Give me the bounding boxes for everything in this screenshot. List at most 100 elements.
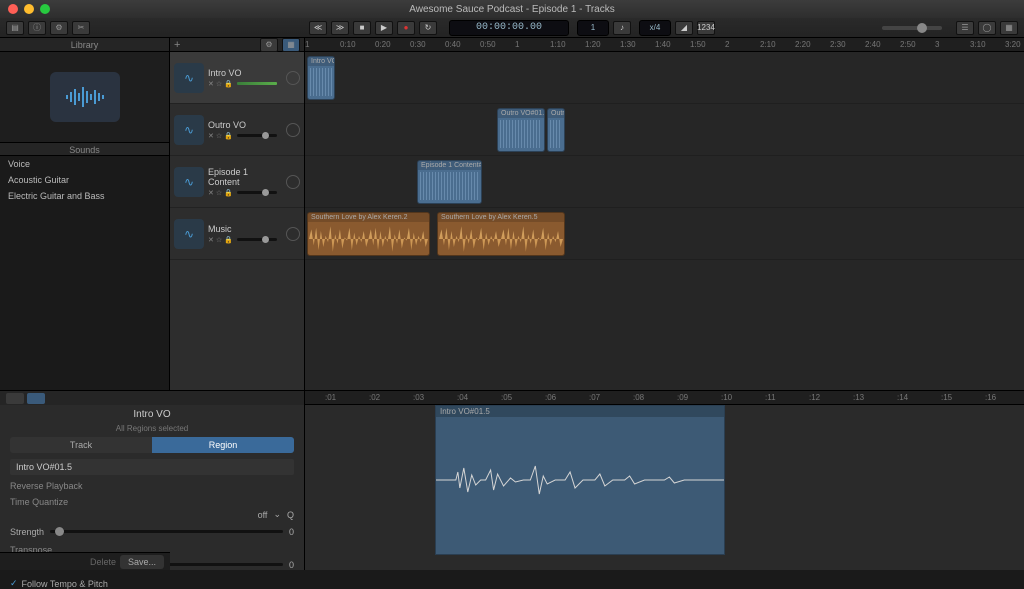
lcd-keysig[interactable]: x/4 xyxy=(639,20,671,36)
pan-knob[interactable] xyxy=(286,175,300,189)
track-automation-button[interactable]: ▦ xyxy=(282,38,300,52)
library-item[interactable]: Voice xyxy=(0,156,169,172)
ruler-tick: :04 xyxy=(457,393,468,402)
solo-button[interactable]: ☆ xyxy=(216,80,222,88)
library-sounds-tab[interactable]: Sounds xyxy=(0,142,169,156)
ruler-tick: 0:50 xyxy=(480,40,496,49)
stop-button[interactable]: ■ xyxy=(353,21,371,35)
library-toggle-button[interactable]: ▤ xyxy=(6,21,24,35)
strength-value: 0 xyxy=(289,527,294,537)
follow-tempo-checkbox[interactable]: Follow Tempo & Pitch xyxy=(10,578,294,589)
ruler-tick: :16 xyxy=(985,393,996,402)
solo-button[interactable]: ☆ xyxy=(216,189,222,197)
rewind-button[interactable]: ≪ xyxy=(309,21,327,35)
ruler-tick: 0:40 xyxy=(445,40,461,49)
record-button[interactable]: ● xyxy=(397,21,415,35)
reverse-playback-label[interactable]: Reverse Playback xyxy=(10,481,294,491)
add-track-button[interactable]: + xyxy=(174,39,180,51)
notepad-button[interactable]: ☰ xyxy=(956,21,974,35)
metronome-button[interactable]: ◢ xyxy=(675,21,693,35)
lock-icon[interactable]: 🔒 xyxy=(224,132,233,140)
track-header[interactable]: ∿ Music ✕☆🔒 xyxy=(170,208,304,260)
library-item[interactable]: Acoustic Guitar xyxy=(0,172,169,188)
countoff-button[interactable]: 1234 xyxy=(697,21,715,35)
track-lane[interactable]: Southern Love by Alex Keren.2 Southern L… xyxy=(305,208,1024,260)
ruler-tick: 3:10 xyxy=(970,40,986,49)
waveform-icon xyxy=(420,172,479,200)
zoom-icon[interactable] xyxy=(40,4,50,14)
dropdown-icon[interactable]: ⌄ xyxy=(273,509,281,520)
audio-region[interactable]: Southern Love by Alex Keren.2 xyxy=(307,212,430,256)
pan-knob[interactable] xyxy=(286,123,300,137)
audio-region[interactable]: Southern Love by Alex Keren.5 xyxy=(437,212,565,256)
editor-region-label: Intro VO#01.5 xyxy=(436,406,724,417)
window-title: Awesome Sauce Podcast - Episode 1 - Trac… xyxy=(409,4,614,15)
solo-button[interactable]: ☆ xyxy=(216,236,222,244)
media-button[interactable]: ▦ xyxy=(1000,21,1018,35)
region-name-field[interactable]: Intro VO#01.5 xyxy=(10,459,294,475)
audio-region[interactable]: Outro VO#01.5 xyxy=(497,108,545,152)
lock-icon[interactable]: 🔒 xyxy=(224,236,233,244)
pan-knob[interactable] xyxy=(286,227,300,241)
cycle-button[interactable]: ↻ xyxy=(419,21,437,35)
tab-region[interactable]: Region xyxy=(152,437,294,453)
library-item[interactable]: Electric Guitar and Bass xyxy=(0,188,169,204)
solo-button[interactable]: ☆ xyxy=(216,132,222,140)
track-view-button[interactable]: ⚙ xyxy=(260,38,278,52)
region-label: Intro VO# xyxy=(308,57,334,66)
audio-region[interactable]: Episode 1 Content#01 xyxy=(417,160,482,204)
audio-region[interactable]: Outro xyxy=(547,108,565,152)
track-lane[interactable]: Intro VO# xyxy=(305,52,1024,104)
window-titlebar: Awesome Sauce Podcast - Episode 1 - Trac… xyxy=(0,0,1024,18)
waveform-icon xyxy=(50,72,120,122)
track-lane[interactable]: Outro VO#01.5 Outro xyxy=(305,104,1024,156)
mute-button[interactable]: ✕ xyxy=(208,236,214,244)
volume-slider[interactable] xyxy=(237,191,277,194)
track-header[interactable]: ∿ Outro VO ✕☆🔒 xyxy=(170,104,304,156)
track-header[interactable]: ∿ Episode 1 Content ✕☆🔒 xyxy=(170,156,304,208)
quick-help-button[interactable]: ⓘ xyxy=(28,21,46,35)
close-icon[interactable] xyxy=(8,4,18,14)
audio-region[interactable]: Intro VO# xyxy=(307,56,335,100)
master-volume-slider[interactable] xyxy=(882,26,942,30)
lcd-bars[interactable]: 1 xyxy=(577,20,609,36)
mute-button[interactable]: ✕ xyxy=(208,132,214,140)
editor-waveform-area[interactable]: :01:02:03:04:05:06:07:08:09:10:11:12:13:… xyxy=(305,391,1024,570)
lock-icon[interactable]: 🔒 xyxy=(224,80,233,88)
lock-icon[interactable]: 🔒 xyxy=(224,189,233,197)
play-button[interactable]: ▶ xyxy=(375,21,393,35)
q-button[interactable]: Q xyxy=(287,510,294,520)
editor-tab-audio[interactable] xyxy=(6,393,24,404)
minimize-icon[interactable] xyxy=(24,4,34,14)
editor-tab-score[interactable] xyxy=(27,393,45,404)
editor-ruler[interactable]: :01:02:03:04:05:06:07:08:09:10:11:12:13:… xyxy=(305,391,1024,405)
ruler-tick: 1:30 xyxy=(620,40,636,49)
region-label: Southern Love by Alex Keren.2 xyxy=(308,213,429,222)
volume-slider[interactable] xyxy=(237,134,277,137)
ruler-tick: 2:10 xyxy=(760,40,776,49)
save-button[interactable]: Save... xyxy=(120,555,164,569)
tab-track[interactable]: Track xyxy=(10,437,152,453)
editor-region[interactable]: Intro VO#01.5 xyxy=(435,405,725,555)
track-header[interactable]: ∿ Intro VO ✕☆🔒 xyxy=(170,52,304,104)
delete-button[interactable]: Delete xyxy=(90,557,116,567)
loops-button[interactable]: ◯ xyxy=(978,21,996,35)
forward-button[interactable]: ≫ xyxy=(331,21,349,35)
mute-button[interactable]: ✕ xyxy=(208,189,214,197)
arrange-area[interactable]: 10:100:200:300:400:5011:101:201:301:401:… xyxy=(305,38,1024,390)
region-label: Outro VO#01.5 xyxy=(498,109,544,118)
time-quantize-value[interactable]: off xyxy=(258,510,268,520)
volume-slider[interactable] xyxy=(237,238,277,241)
strength-slider[interactable] xyxy=(50,530,283,533)
tuner-button[interactable]: ♪ xyxy=(613,21,631,35)
timeline-ruler[interactable]: 10:100:200:300:400:5011:101:201:301:401:… xyxy=(305,38,1024,52)
lcd-time[interactable]: 00:00:00.00 xyxy=(449,20,569,36)
settings-button[interactable]: ⚙ xyxy=(50,21,68,35)
waveform-icon xyxy=(550,120,562,148)
scissors-icon[interactable]: ✂ xyxy=(72,21,90,35)
track-lane[interactable]: Episode 1 Content#01 xyxy=(305,156,1024,208)
mute-button[interactable]: ✕ xyxy=(208,80,214,88)
track-headers: + ⚙ ▦ ∿ Intro VO ✕☆🔒 ∿ Outro VO ✕☆🔒 ∿ Ep… xyxy=(170,38,305,390)
editor-title: Intro VO xyxy=(0,405,304,424)
pan-knob[interactable] xyxy=(286,71,300,85)
